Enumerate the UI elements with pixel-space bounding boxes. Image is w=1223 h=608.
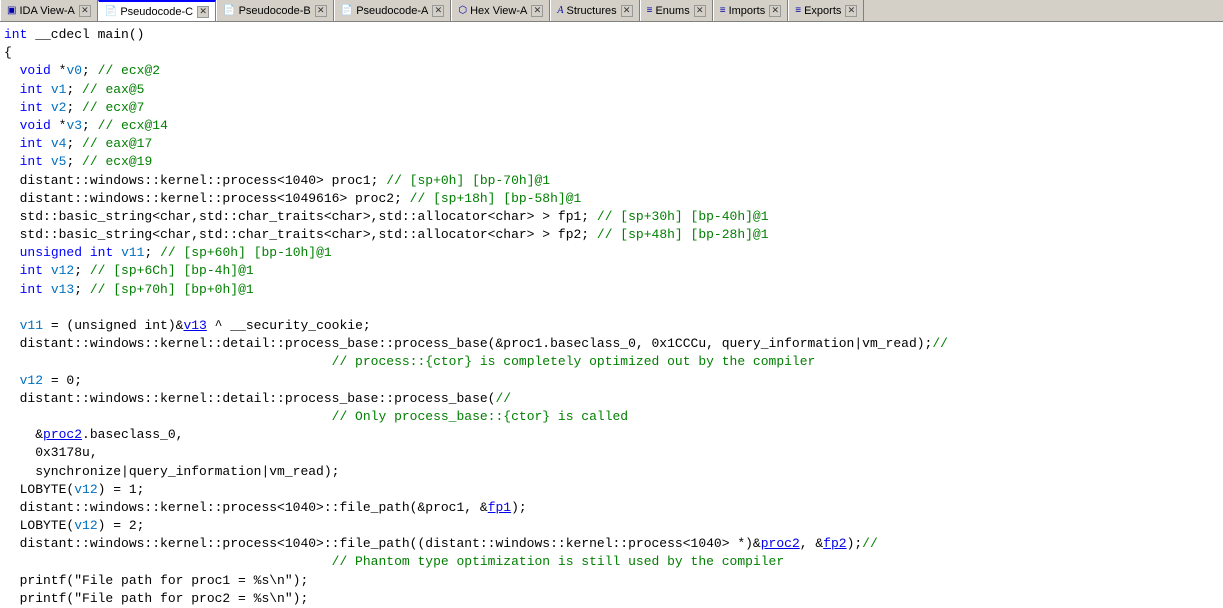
tab-pseudocode-b-label: Pseudocode-B (239, 5, 311, 17)
tab-imports-close[interactable]: ✕ (769, 5, 781, 17)
tab-pseudocode-c-close[interactable]: ✕ (197, 6, 209, 18)
tab-exports-close[interactable]: ✕ (845, 5, 857, 17)
code-line-6: void *v3; // ecx@14 (4, 117, 1219, 135)
tab-exports[interactable]: ≡ Exports ✕ (788, 0, 864, 22)
tab-enums-label: Enums (655, 5, 689, 17)
tab-imports[interactable]: ≡ Imports ✕ (713, 0, 789, 22)
tab-structures-close[interactable]: ✕ (621, 5, 633, 17)
imports-icon: ≡ (720, 5, 726, 16)
tab-structures[interactable]: A Structures ✕ (550, 0, 639, 22)
code-line-7: int v4; // eax@17 (4, 135, 1219, 153)
tab-pseudocode-b[interactable]: 📄 Pseudocode-B ✕ (216, 0, 334, 22)
code-line-31: printf("File path for proc2 = %s\n"); (4, 590, 1219, 608)
code-area[interactable]: int __cdecl main() { void *v0; // ecx@2 … (0, 22, 1223, 608)
tab-enums-close[interactable]: ✕ (694, 5, 706, 17)
code-line-8: int v5; // ecx@19 (4, 153, 1219, 171)
code-line-9: distant::windows::kernel::process<1040> … (4, 172, 1219, 190)
code-line-30: printf("File path for proc1 = %s\n"); (4, 572, 1219, 590)
code-line-16: v11 = (unsigned int)&v13 ^ __security_co… (4, 317, 1219, 335)
tab-pseudocode-a-close[interactable]: ✕ (432, 5, 444, 17)
tab-enums[interactable]: ≡ Enums ✕ (640, 0, 713, 22)
tab-imports-label: Imports (729, 5, 766, 17)
code-line-17: distant::windows::kernel::detail::proces… (4, 335, 1219, 353)
tab-structures-label: Structures (566, 5, 616, 17)
tab-hex-view-label: Hex View-A (470, 5, 527, 17)
code-line-21: // Only process_base::{ctor} is called (4, 408, 1219, 426)
code-line-3: void *v0; // ecx@2 (4, 62, 1219, 80)
code-line-14: int v12; // [sp+6Ch] [bp-4h]@1 (4, 262, 1219, 280)
enums-icon: ≡ (647, 5, 653, 16)
tab-pseudocode-c[interactable]: 📄 Pseudocode-C ✕ (98, 0, 216, 22)
tab-hex-view-close[interactable]: ✕ (531, 5, 543, 17)
tab-hex-view-a[interactable]: ⬡ Hex View-A ✕ (451, 0, 550, 22)
tab-pseudocode-c-label: Pseudocode-C (120, 6, 193, 18)
tab-exports-label: Exports (804, 5, 841, 17)
tab-ida-label: IDA View-A (19, 5, 74, 17)
code-line-12: std::basic_string<char,std::char_traits<… (4, 226, 1219, 244)
structures-icon: A (557, 5, 563, 16)
code-line-20: distant::windows::kernel::detail::proces… (4, 390, 1219, 408)
code-line-27: LOBYTE(v12) = 2; (4, 517, 1219, 535)
code-line-22: &proc2.baseclass_0, (4, 426, 1219, 444)
tab-ida-close[interactable]: ✕ (79, 5, 91, 17)
code-line-29: // Phantom type optimization is still us… (4, 553, 1219, 571)
code-line-18: // process::{ctor} is completely optimiz… (4, 353, 1219, 371)
code-line-28: distant::windows::kernel::process<1040>:… (4, 535, 1219, 553)
code-line-19: v12 = 0; (4, 372, 1219, 390)
code-line-15: int v13; // [sp+70h] [bp+0h]@1 (4, 281, 1219, 299)
code-line-10: distant::windows::kernel::process<104961… (4, 190, 1219, 208)
code-line-1: int __cdecl main() (4, 26, 1219, 44)
code-line-4: int v1; // eax@5 (4, 81, 1219, 99)
code-line-24: synchronize|query_information|vm_read); (4, 463, 1219, 481)
ida-view-icon: ▣ (7, 5, 16, 16)
tab-pseudocode-a-label: Pseudocode-A (356, 5, 428, 17)
code-line-26: distant::windows::kernel::process<1040>:… (4, 499, 1219, 517)
code-line-25: LOBYTE(v12) = 1; (4, 481, 1219, 499)
tab-pseudocode-b-close[interactable]: ✕ (315, 5, 327, 17)
pseudocode-c-icon: 📄 (105, 6, 117, 17)
code-line-5: int v2; // ecx@7 (4, 99, 1219, 117)
code-line-blank1 (4, 299, 1219, 317)
pseudocode-b-icon: 📄 (223, 5, 235, 16)
code-line-13: unsigned int v11; // [sp+60h] [bp-10h]@1 (4, 244, 1219, 262)
tab-ida-view-a[interactable]: ▣ IDA View-A ✕ (0, 0, 98, 22)
exports-icon: ≡ (795, 5, 801, 16)
code-line-11: std::basic_string<char,std::char_traits<… (4, 208, 1219, 226)
code-line-2: { (4, 44, 1219, 62)
pseudocode-a-icon: 📄 (341, 5, 353, 16)
code-line-23: 0x3178u, (4, 444, 1219, 462)
hex-view-icon: ⬡ (458, 5, 467, 16)
tab-pseudocode-a[interactable]: 📄 Pseudocode-A ✕ (334, 0, 452, 22)
tab-bar: ▣ IDA View-A ✕ 📄 Pseudocode-C ✕ 📄 Pseudo… (0, 0, 1223, 22)
